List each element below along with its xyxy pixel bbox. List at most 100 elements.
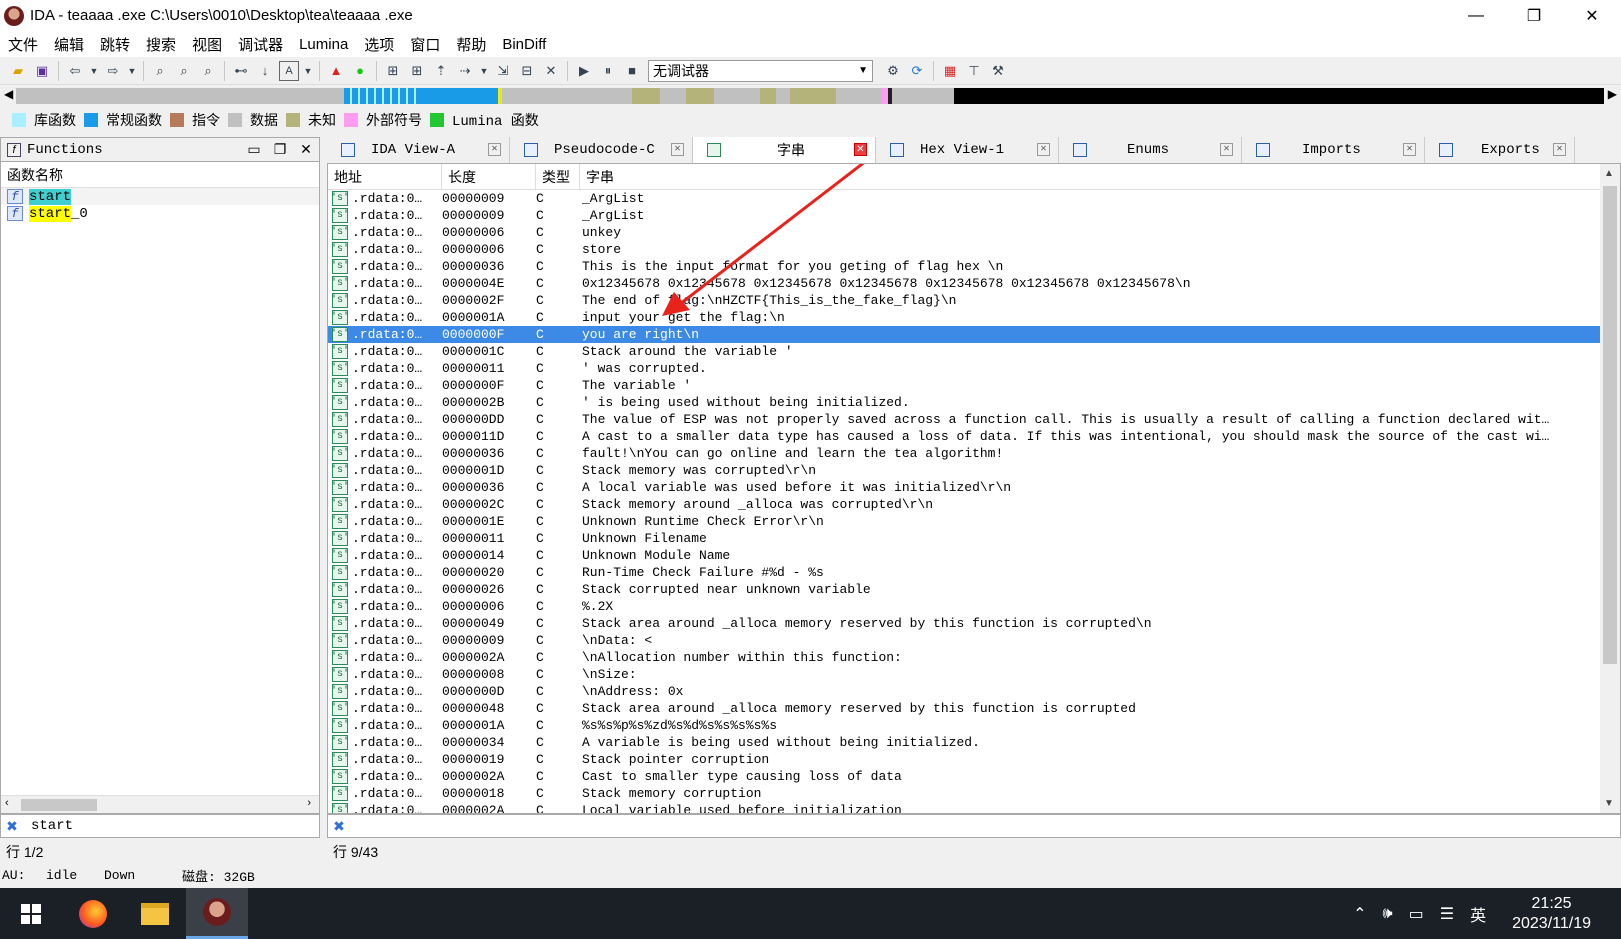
step-dropdown-icon[interactable]: ▼	[479, 61, 489, 81]
nav-right-arrow-icon[interactable]: ▶	[1608, 87, 1617, 101]
segments-icon[interactable]: ▦	[940, 61, 960, 81]
menu-lumina[interactable]: Lumina	[299, 36, 348, 53]
tab-pseudocode-c[interactable]: Pseudocode-C ✕	[510, 137, 693, 163]
string-row[interactable]: 's' .rdata:0… 0000002B C ' is being used wit…	[328, 394, 1620, 411]
graph-red-icon[interactable]: ▲	[326, 61, 346, 81]
text-mode-dropdown-icon[interactable]: ▼	[303, 61, 313, 81]
string-row[interactable]: 's' .rdata:0… 00000009 C _ArgList	[328, 190, 1620, 207]
run-green-icon[interactable]: ●	[350, 61, 370, 81]
scripts-icon[interactable]: ⚒	[988, 61, 1008, 81]
string-row[interactable]: 's' .rdata:0… 0000000F Cyou are right\n	[328, 326, 1620, 343]
string-row[interactable]: 's' .rdata:0… 0000002A C Local variable used…	[328, 802, 1620, 813]
string-row[interactable]: 's' .rdata:0… 00000008 C \nSize:	[328, 666, 1620, 683]
string-row[interactable]: 's' .rdata:0… 00000036 C This is the input f…	[328, 258, 1620, 275]
forward-arrow-icon[interactable]: ⇨	[103, 61, 123, 81]
string-row[interactable]: 's' .rdata:0… 00000036 C A local variable wa…	[328, 479, 1620, 496]
function-row[interactable]: f start	[1, 188, 319, 205]
pause-icon[interactable]: ⏸	[598, 61, 618, 81]
minimize-button[interactable]: —	[1447, 0, 1505, 31]
menu-search[interactable]: 搜索	[146, 34, 176, 55]
close-search-icon[interactable]: ✖	[1, 818, 23, 835]
strings-vertical-scrollbar[interactable]: ▲ ▼	[1600, 164, 1620, 813]
ida-taskbar-icon[interactable]	[186, 888, 248, 939]
string-row[interactable]: 's' .rdata:0… 0000001D C Stack memory was co…	[328, 462, 1620, 479]
string-row[interactable]: 's' .rdata:0… 0000001A C %s%s%p%s%zd%s%d%s%s…	[328, 717, 1620, 734]
search-immediate-icon[interactable]: ⌕	[198, 61, 218, 81]
structures-icon[interactable]: ⊤	[964, 61, 984, 81]
string-row[interactable]: 's' .rdata:0… 00000048 C Stack area around _…	[328, 700, 1620, 717]
tab-hex-view-1[interactable]: Hex View-1 ✕	[876, 137, 1059, 163]
menu-windows[interactable]: 窗口	[410, 34, 440, 55]
string-row[interactable]: 's' .rdata:0… 00000020 C Run-Time Check Fail…	[328, 564, 1620, 581]
menu-edit[interactable]: 编辑	[54, 34, 84, 55]
maximize-button[interactable]: ❐	[1505, 0, 1563, 31]
menu-bindiff[interactable]: BinDiff	[502, 36, 546, 53]
functions-search-bar[interactable]: ✖ start	[0, 814, 320, 838]
string-row[interactable]: 's' .rdata:0… 000000DD C The value of ESP wa…	[328, 411, 1620, 428]
string-row[interactable]: 's' .rdata:0… 0000002A C \nAllocation number…	[328, 649, 1620, 666]
run-to-cursor-icon[interactable]: ⇲	[493, 61, 513, 81]
functions-horizontal-scrollbar[interactable]: ‹ ›	[1, 795, 319, 813]
string-row[interactable]: 's' .rdata:0… 0000004E C 0x12345678 0x123456…	[328, 275, 1620, 292]
windows-start-icon[interactable]	[0, 888, 62, 939]
step-into-icon[interactable]: ⇡	[431, 61, 451, 81]
menu-file[interactable]: 文件	[8, 34, 38, 55]
ime-indicator[interactable]: 英	[1470, 902, 1486, 926]
string-row[interactable]: 's' .rdata:0… 00000014 C Unknown Module Name	[328, 547, 1620, 564]
string-row[interactable]: 's' .rdata:0… 00000006 C %.2X	[328, 598, 1620, 615]
string-row[interactable]: 's' .rdata:0… 00000036 Cfault!\nYou can go …	[328, 445, 1620, 462]
string-row[interactable]: 's' .rdata:0… 0000002F C The end of flag:\nH…	[328, 292, 1620, 309]
close-button[interactable]: ✕	[1563, 0, 1621, 31]
string-row[interactable]: 's' .rdata:0… 00000009 C _ArgList	[328, 207, 1620, 224]
menu-debugger[interactable]: 调试器	[238, 34, 283, 55]
string-row[interactable]: 's' .rdata:0… 0000001A Cinput your get the …	[328, 309, 1620, 326]
panel-close-icon[interactable]: ✕	[293, 141, 319, 158]
tab-exports[interactable]: Exports ✕	[1425, 137, 1575, 163]
tab-close-icon[interactable]: ✕	[671, 143, 684, 156]
add-watch-icon[interactable]: ⊞	[407, 61, 427, 81]
panel-maximize-icon[interactable]: ▭	[241, 141, 267, 158]
attach-icon[interactable]: ⊟	[517, 61, 537, 81]
string-row[interactable]: 's' .rdata:0… 00000006 Cstore	[328, 241, 1620, 258]
tab-close-icon[interactable]: ✕	[488, 143, 501, 156]
column-string[interactable]: 字串	[580, 164, 1620, 190]
string-row[interactable]: 's' .rdata:0… 00000011 C Unknown Filename	[328, 530, 1620, 547]
string-row[interactable]: 's' .rdata:0… 0000011D C A cast to a smaller…	[328, 428, 1620, 445]
refresh-icon[interactable]: ⟳	[907, 61, 927, 81]
binoculars-icon[interactable]: ⊷	[231, 61, 251, 81]
debugger-options-icon[interactable]: ⚙	[883, 61, 903, 81]
string-row[interactable]: 's' .rdata:0… 00000019 C Stack pointer corru…	[328, 751, 1620, 768]
tab-close-icon[interactable]: ✕	[854, 143, 867, 156]
tab-close-icon[interactable]: ✕	[1220, 143, 1233, 156]
open-folder-icon[interactable]: ▰	[8, 61, 28, 81]
text-mode-icon[interactable]: A	[279, 60, 299, 81]
add-breakpoint-icon[interactable]: ⊞	[383, 61, 403, 81]
nav-left-arrow-icon[interactable]: ◀	[4, 87, 13, 101]
network-icon[interactable]: ▭	[1409, 904, 1424, 924]
tab-close-icon[interactable]: ✕	[1403, 143, 1416, 156]
menu-jump[interactable]: 跳转	[100, 34, 130, 55]
firefox-icon[interactable]	[62, 888, 124, 939]
string-row[interactable]: 's' .rdata:0… 0000002C C Stack memory around…	[328, 496, 1620, 513]
file-explorer-icon[interactable]	[124, 888, 186, 939]
functions-search-input[interactable]: start	[31, 818, 73, 834]
chevron-up-icon[interactable]: ⌃	[1353, 904, 1366, 924]
clock[interactable]: 21:25 2023/11/19	[1504, 894, 1599, 934]
close-search-icon[interactable]: ✖	[328, 818, 350, 835]
search-bytes-icon[interactable]: ⌕	[150, 61, 170, 81]
menu-options[interactable]: 选项	[364, 34, 394, 55]
function-name-column-header[interactable]: 函数名称	[1, 162, 319, 188]
save-icon[interactable]: ▣	[32, 61, 52, 81]
volume-icon[interactable]: 🕪	[1383, 905, 1393, 923]
back-arrow-icon[interactable]: ⇦	[65, 61, 85, 81]
search-text-icon[interactable]: ⌕	[174, 61, 194, 81]
string-row[interactable]: 's' .rdata:0… 0000002A C Cast to smaller typ…	[328, 768, 1620, 785]
string-row[interactable]: 's' .rdata:0… 0000001C C Stack around the va…	[328, 343, 1620, 360]
column-address[interactable]: 地址	[328, 164, 442, 190]
forward-dropdown-icon[interactable]: ▼	[127, 61, 137, 81]
string-row[interactable]: 's' .rdata:0… 00000034 C A variable is being…	[328, 734, 1620, 751]
tab-ida-view-a[interactable]: IDA View-A ✕	[327, 137, 510, 163]
string-row[interactable]: 's' .rdata:0… 0000001E C Unknown Runtime Che…	[328, 513, 1620, 530]
tab-enums[interactable]: Enums ✕	[1059, 137, 1242, 163]
menu-help[interactable]: 帮助	[456, 34, 486, 55]
